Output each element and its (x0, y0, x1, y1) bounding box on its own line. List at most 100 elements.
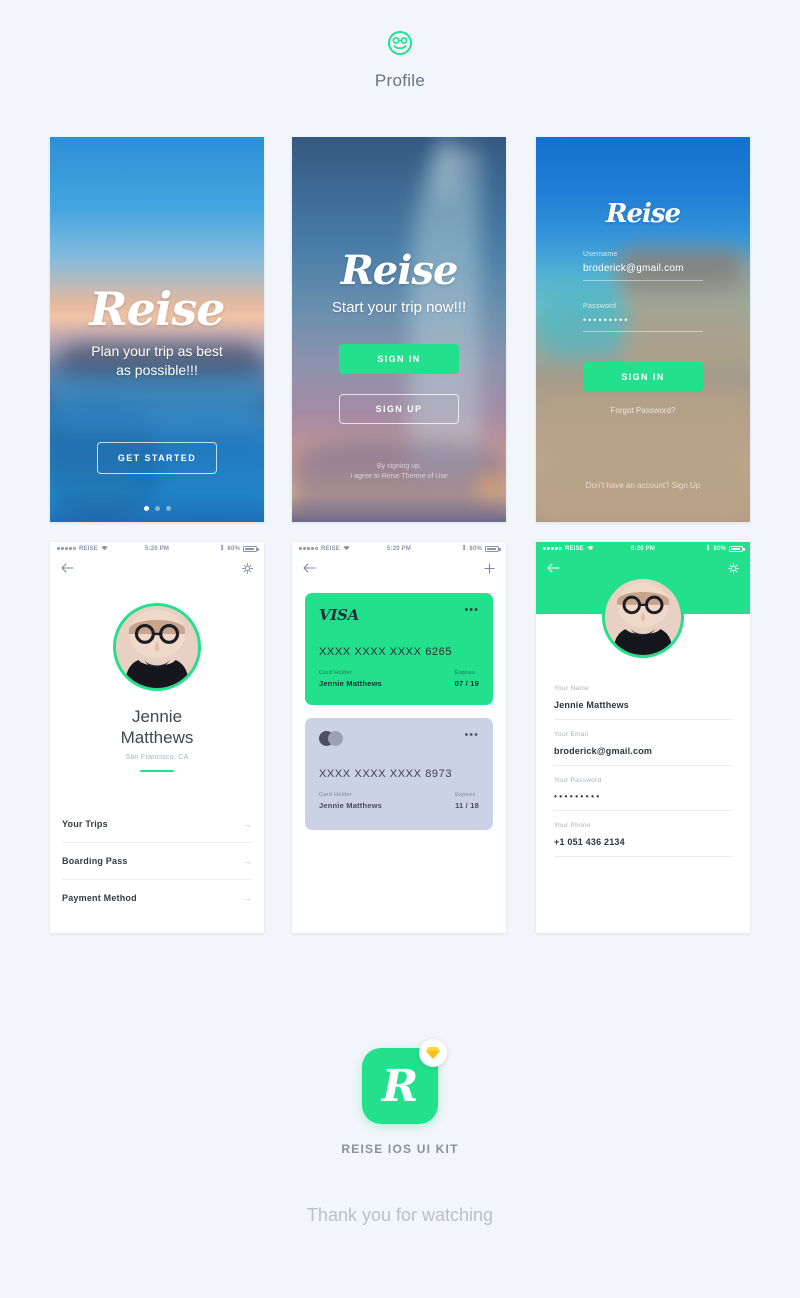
page-title: Profile (374, 71, 426, 90)
page-indicator-dots[interactable] (143, 506, 171, 511)
battery-icon (243, 545, 259, 552)
gear-icon[interactable] (728, 562, 739, 574)
app-icon-wrap: R (362, 1039, 447, 1124)
app-logo: Reise (89, 282, 225, 336)
footer-branding: R REISE IOS UI KIT (0, 1039, 800, 1156)
field-your-name[interactable]: Your Name Jennie Matthews (554, 674, 732, 720)
field-your-email[interactable]: Your Email broderick@gmail.com (554, 720, 732, 766)
card-holder-label: Card Holder (319, 792, 352, 798)
battery-icon (485, 545, 501, 552)
email-input[interactable]: broderick@gmail.com (554, 746, 732, 756)
more-dots-icon[interactable]: ••• (464, 730, 479, 741)
carrier-label: REISE (565, 545, 585, 552)
name-input[interactable]: Jennie Matthews (554, 700, 732, 710)
card-holder-value: Jennie Matthews (319, 679, 383, 688)
avatar-photo (116, 606, 198, 688)
mastercard-logo-icon (319, 731, 343, 746)
menu-item-boarding-pass[interactable]: Boarding Pass → (62, 843, 252, 880)
profile-name: Jennie Matthews (50, 706, 264, 748)
password-input[interactable]: ••••••••• (554, 792, 732, 801)
screen-onboarding[interactable]: Reise Plan your trip as best as possible… (50, 137, 264, 522)
sign-in-button[interactable]: SIGN IN (339, 344, 459, 374)
clock-label: 5:20 PM (630, 545, 656, 552)
plus-icon[interactable] (484, 562, 495, 574)
card-holder-label: Card Holder (319, 670, 352, 676)
status-bar: REISE 5:20 PM 80% (292, 542, 506, 555)
chevron-right-icon: → (242, 819, 252, 829)
phone-input[interactable]: +1 051 436 2134 (554, 837, 732, 847)
back-arrow-icon[interactable] (61, 563, 74, 573)
card-expires-value: 11 / 18 (455, 801, 479, 810)
field-your-password[interactable]: Your Password ••••••••• (554, 766, 732, 811)
thank-you-text: Thank you for watching (306, 1205, 494, 1225)
forgot-password-link[interactable]: Forgot Password? (611, 406, 676, 415)
screen-welcome[interactable]: Reise Start your trip now!!! SIGN IN SIG… (292, 137, 506, 522)
screen-payment-methods[interactable]: REISE 5:20 PM 80% VISA ••• XXXX XXXX XXX… (292, 542, 506, 933)
card-number: XXXX XXXX XXXX 8973 (319, 768, 453, 780)
status-bar: REISE 5:20 PM 80% (50, 542, 264, 555)
sign-up-link[interactable]: Don't have an account? Sign Up (536, 481, 750, 490)
page-dot-1[interactable] (143, 506, 149, 511)
tagline-line-1: Plan your trip as best (91, 343, 223, 359)
payment-card-visa[interactable]: VISA ••• XXXX XXXX XXXX 6265 Card Holder… (305, 593, 493, 705)
legal-terms-text[interactable]: By signing up, I agree to Reise Therme o… (292, 462, 506, 482)
profile-first-name: Jennie (131, 707, 183, 726)
more-dots-icon[interactable]: ••• (464, 605, 479, 616)
sign-in-button[interactable]: SIGN IN (583, 362, 703, 392)
back-arrow-icon[interactable] (547, 563, 560, 573)
card-expiry-block: Expires 07 / 19 (455, 670, 479, 688)
avatar-photo (605, 579, 681, 655)
bluetooth-icon (706, 544, 710, 553)
accent-divider (140, 770, 174, 772)
password-input[interactable]: ••••••••• (583, 315, 703, 332)
card-number: XXXX XXXX XXXX 6265 (319, 646, 453, 658)
kit-title: REISE IOS UI KIT (341, 1142, 459, 1156)
menu-item-label: Your Trips (62, 819, 108, 829)
clock-label: 5:20 PM (144, 545, 170, 552)
app-logo: Reise (605, 199, 681, 229)
carrier-label: REISE (79, 545, 99, 552)
profile-menu: Your Trips → Boarding Pass → Payment Met… (50, 806, 264, 916)
gear-icon[interactable] (242, 562, 253, 574)
app-logo: Reise (340, 247, 459, 294)
sign-up-button[interactable]: SIGN UP (339, 394, 459, 424)
thanks-section: Thank you for watching (0, 1205, 800, 1226)
payment-card-mastercard[interactable]: ••• XXXX XXXX XXXX 8973 Card Holder Jenn… (305, 718, 493, 830)
chevron-right-icon: → (242, 856, 252, 866)
username-field[interactable]: Username broderick@gmail.com (583, 251, 703, 281)
nav-bar (50, 555, 264, 581)
card-holder-block: Card Holder Jennie Matthews (319, 792, 382, 810)
menu-item-your-trips[interactable]: Your Trips → (62, 806, 252, 843)
username-label: Username (583, 251, 618, 258)
status-bar: REISE 5:20 PM 80% (536, 542, 750, 555)
avatar[interactable] (602, 576, 684, 658)
page-dot-3[interactable] (165, 506, 171, 511)
card-holder-block: Card Holder Jennie Matthews (319, 670, 382, 688)
sketch-diamond-icon (419, 1039, 447, 1067)
page-dot-2[interactable] (154, 506, 160, 511)
username-input[interactable]: broderick@gmail.com (583, 263, 703, 281)
password-label: Password (583, 303, 617, 310)
chevron-right-icon: → (242, 893, 252, 903)
carrier-label: REISE (321, 545, 341, 552)
tagline-line-2: as possible!!! (116, 362, 198, 378)
legal-line-1: By signing up, (377, 463, 421, 470)
signal-dots-icon (299, 547, 318, 550)
menu-item-payment-method[interactable]: Payment Method → (62, 880, 252, 916)
card-expiry-block: Expires 11 / 18 (455, 792, 479, 810)
battery-percent-label: 80% (713, 545, 727, 552)
back-arrow-icon[interactable] (303, 563, 316, 573)
get-started-button[interactable]: GET STARTED (97, 442, 217, 474)
field-your-phone[interactable]: Your Phone +1 051 436 2134 (554, 811, 732, 857)
cards-list: VISA ••• XXXX XXXX XXXX 6265 Card Holder… (292, 581, 506, 830)
screen-login[interactable]: Reise Username broderick@gmail.com Passw… (536, 137, 750, 522)
screen-edit-profile[interactable]: REISE 5:20 PM 80% Your Name Jennie Matth… (536, 542, 750, 933)
bluetooth-icon (462, 544, 466, 553)
password-field[interactable]: Password ••••••••• (583, 303, 703, 332)
avatar[interactable] (113, 603, 201, 691)
field-label: Your Email (554, 731, 589, 738)
bluetooth-icon (220, 544, 224, 553)
screen-profile[interactable]: REISE 5:20 PM 80% Jennie Matthews San Fr… (50, 542, 264, 933)
onboarding-tagline: Plan your trip as best as possible!!! (91, 342, 223, 380)
battery-percent-label: 80% (469, 545, 483, 552)
